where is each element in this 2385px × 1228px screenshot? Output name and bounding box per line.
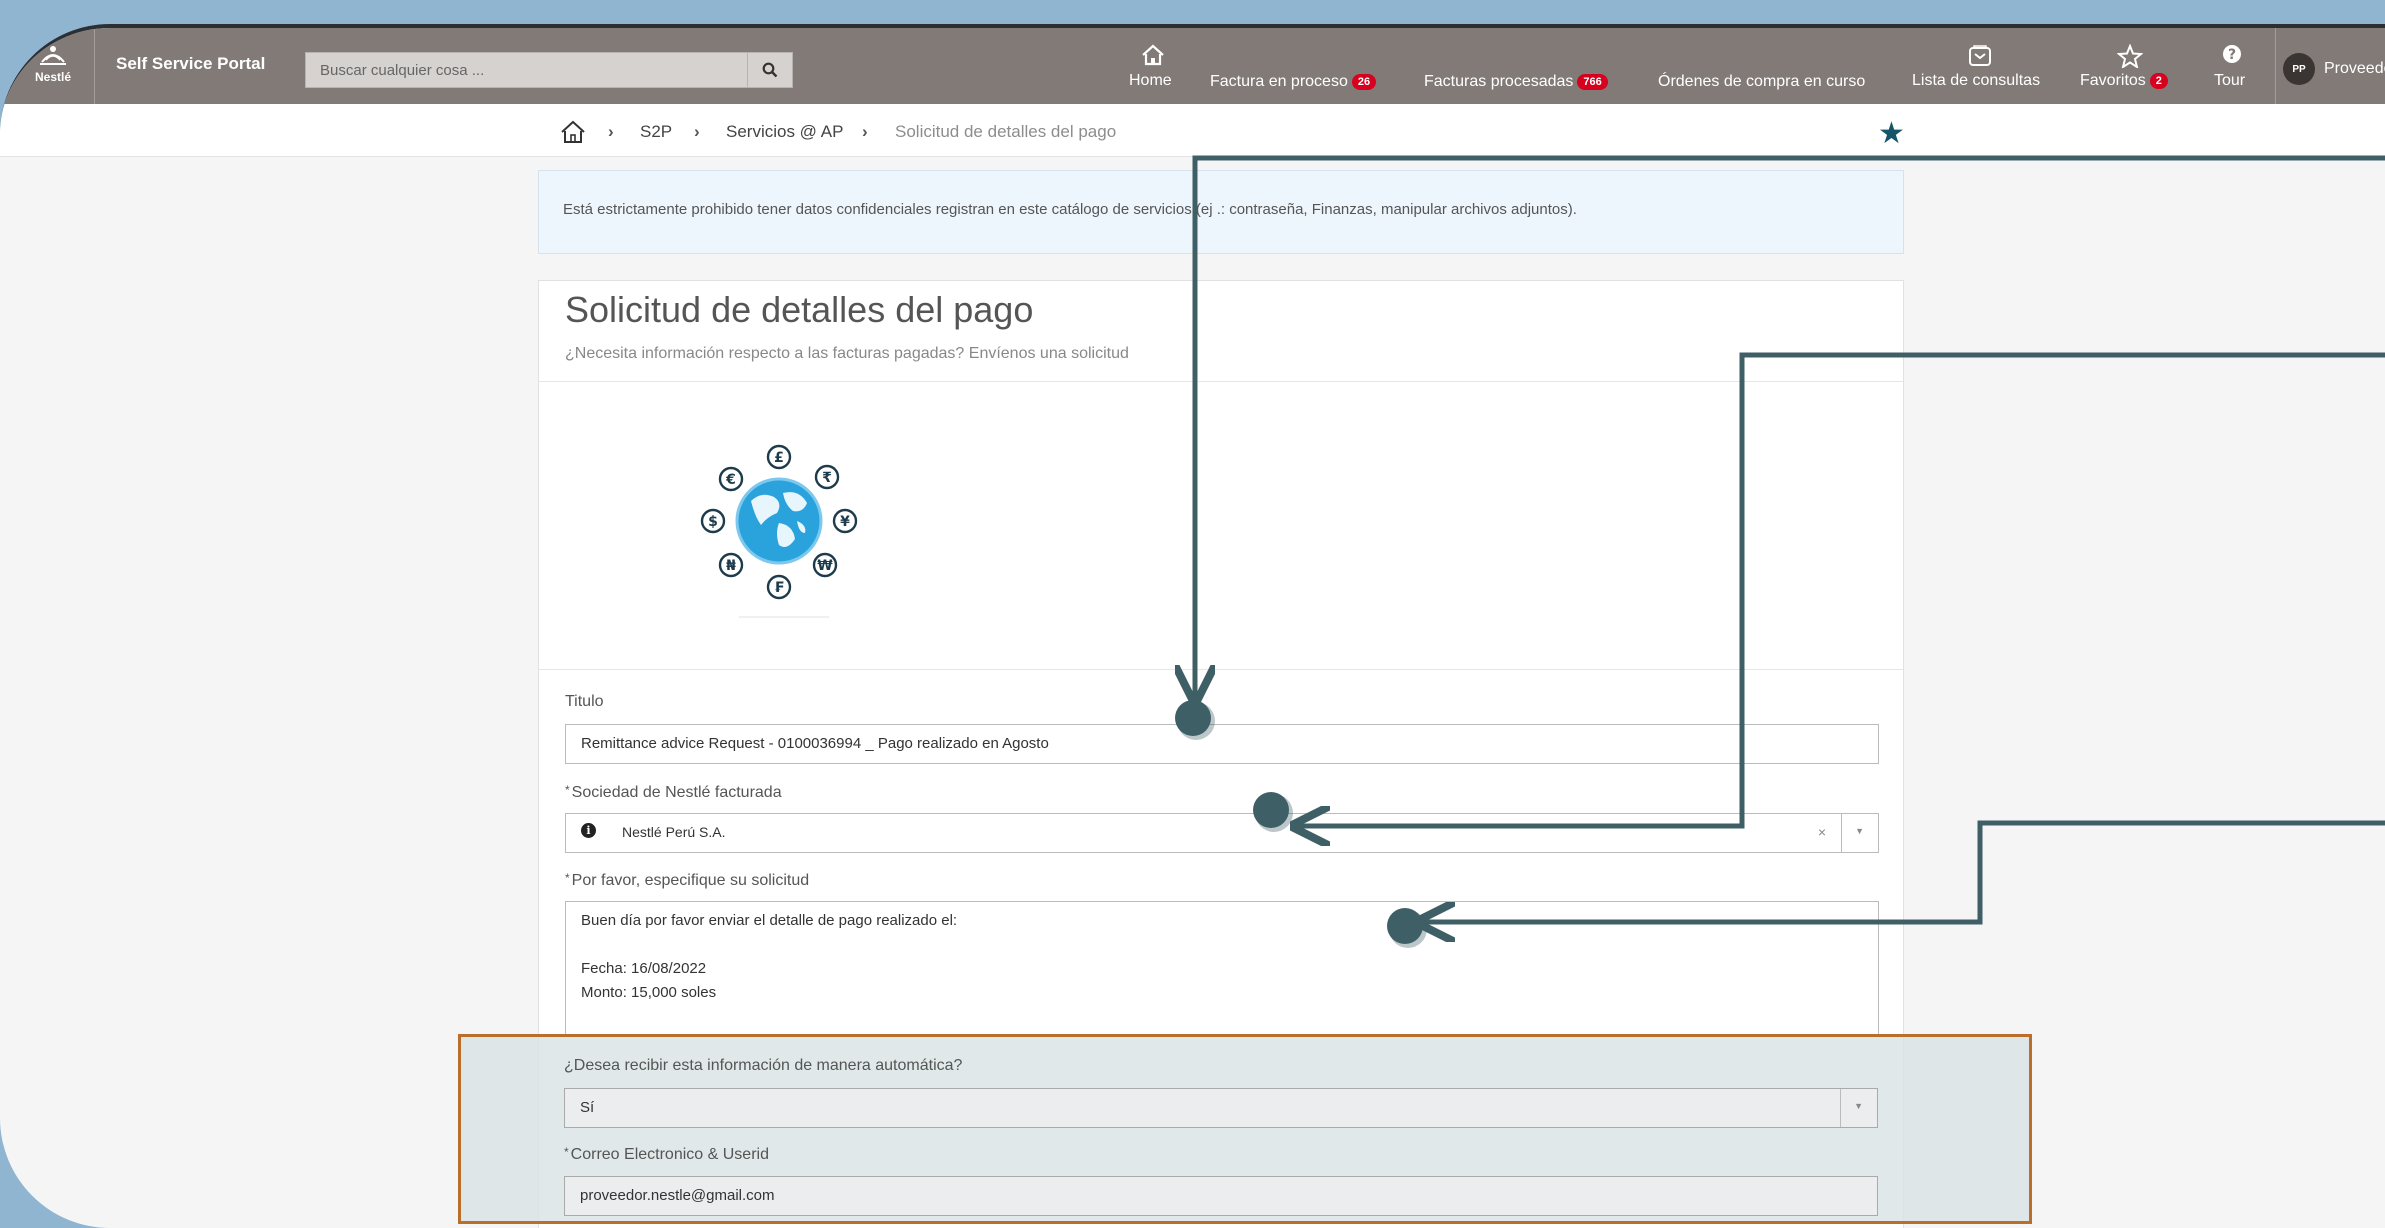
svg-text:?: ? [2228,47,2236,63]
solicitud-line: Fecha: 16/08/2022 [581,960,707,977]
titulo-value: Remittance advice Request - 0100036994 _… [581,735,1049,752]
correo-input[interactable]: proveedor.nestle@gmail.com [564,1176,1878,1216]
nav-favoritos[interactable]: Favoritos 2 [2080,28,2180,104]
count-badge: 766 [1577,74,1608,90]
divider [539,669,1903,670]
home-icon [1142,44,1164,66]
count-badge: 26 [1351,74,1377,90]
alert-text: Está estrictamente prohibido tener datos… [563,201,1577,218]
info-icon[interactable]: i [581,823,596,838]
chevron-right-icon: › [608,122,614,141]
avatar[interactable]: PP [2283,53,2315,85]
breadcrumb-current: Solicitud de detalles del pago [895,122,1117,141]
titulo-input[interactable]: Remittance advice Request - 0100036994 _… [565,724,1879,764]
confidentiality-alert: Está estrictamente prohibido tener datos… [538,170,1904,254]
highlighted-section: ¿Desea recibir esta información de maner… [458,1034,2032,1224]
sociedad-label: * Sociedad de Nestlé facturada [565,783,782,802]
app-window: Nestlé Self Service Portal Home Factura … [0,24,2385,1228]
nav-home-label: Home [1129,72,1172,89]
nav-label: Lista de consultas [1912,72,2041,89]
solicitud-label: * Por favor, especifique su solicitud [565,871,809,890]
required-mark: * [565,871,570,885]
nav-tour[interactable]: ? Tour [2212,28,2252,104]
correo-label-text: Correo Electronico & Userid [570,1146,769,1163]
nestle-logo[interactable]: Nestlé [30,40,76,90]
currency-symbol: ¥ [840,514,850,530]
portal-brand[interactable]: Self Service Portal [116,54,265,74]
user-name[interactable]: Proveedor [2324,60,2385,78]
divider [539,381,1903,382]
breadcrumb-item[interactable]: Servicios @ AP [726,122,843,142]
chevron-right-icon: › [862,122,868,141]
currency-symbol: € [725,472,736,488]
solicitud-label-text: Por favor, especifique su solicitud [571,872,810,889]
page-title: Solicitud de detalles del pago [565,289,1034,330]
favorite-star-icon[interactable]: ★ [1878,116,1905,151]
automatica-value: Sí [580,1099,595,1116]
sociedad-select[interactable]: i Nestlé Perú S.A. × ▼ [565,813,1879,853]
currency-symbol: $ [708,514,718,530]
solicitud-line: Buen día por favor enviar el detalle de … [581,912,958,929]
automatica-select[interactable]: Sí ▼ [564,1088,1878,1128]
breadcrumb-item[interactable]: S2P [640,122,672,142]
automatica-label: ¿Desea recibir esta información de maner… [564,1057,963,1074]
global-search [305,52,793,88]
search-input[interactable] [306,53,764,87]
currency-globe-image: £ ₹ € ¥ $ ₦ ₩ ₣ [679,421,879,621]
globe-icon: £ ₹ € ¥ $ ₦ ₩ ₣ [700,444,858,618]
count-badge: 2 [2149,73,2168,89]
nav-label: Favoritos [2080,72,2146,89]
inbox-icon [1969,45,1991,66]
clear-icon[interactable]: × [1818,824,1826,840]
chevron-down-icon[interactable]: ▼ [1855,826,1864,836]
nav-lista-de-consultas[interactable]: Lista de consultas [1910,28,2050,104]
nav-facturas-procesadas[interactable]: Facturas procesadas 766 [1424,28,1624,104]
page-subtitle: ¿Necesita información respecto a las fac… [565,345,1129,362]
divider [1840,1089,1841,1127]
titulo-label: Titulo [565,693,604,710]
breadcrumb: › S2P › Servicios @ AP › Solicitud de de… [0,104,2385,157]
sociedad-label-text: Sociedad de Nestlé facturada [571,784,782,801]
currency-symbol: ₦ [726,558,736,574]
currency-symbol: ₹ [822,470,832,486]
chevron-down-icon[interactable]: ▼ [1854,1101,1863,1111]
correo-value: proveedor.nestle@gmail.com [580,1187,775,1204]
solicitud-line: Monto: 15,000 soles [581,984,717,1001]
divider [1841,814,1842,852]
home-icon[interactable] [560,120,586,144]
nav-factura-en-proceso[interactable]: Factura en proceso 26 [1210,28,1390,104]
solicitud-textarea[interactable]: Buen día por favor enviar el detalle de … [565,901,1879,1035]
nav-ordenes-de-compra[interactable]: Órdenes de compra en curso [1658,28,1878,104]
sociedad-value: Nestlé Perú S.A. [622,824,726,840]
search-icon [762,62,778,78]
nav-label: Tour [2214,72,2246,89]
required-mark: * [565,783,570,797]
nav-label: Facturas procesadas [1424,73,1574,90]
currency-symbol: ₣ [774,580,784,596]
required-mark: * [564,1145,569,1159]
star-outline-icon [2117,44,2143,68]
search-button[interactable] [747,53,792,87]
nav-home[interactable]: Home [1125,28,1181,104]
top-navigation-bar: Nestlé Self Service Portal Home Factura … [0,28,2385,104]
divider [2275,28,2276,104]
logo-wordmark: Nestlé [34,70,72,84]
currency-symbol: ₩ [817,558,833,574]
currency-symbol: £ [774,450,784,466]
correo-label: * Correo Electronico & Userid [564,1145,769,1164]
nav-label: Órdenes de compra en curso [1658,73,1866,90]
nav-label: Factura en proceso [1210,73,1348,90]
nestle-nest-icon [40,46,66,65]
help-icon: ? [2223,45,2241,63]
divider [94,28,95,104]
chevron-right-icon: › [694,122,700,141]
